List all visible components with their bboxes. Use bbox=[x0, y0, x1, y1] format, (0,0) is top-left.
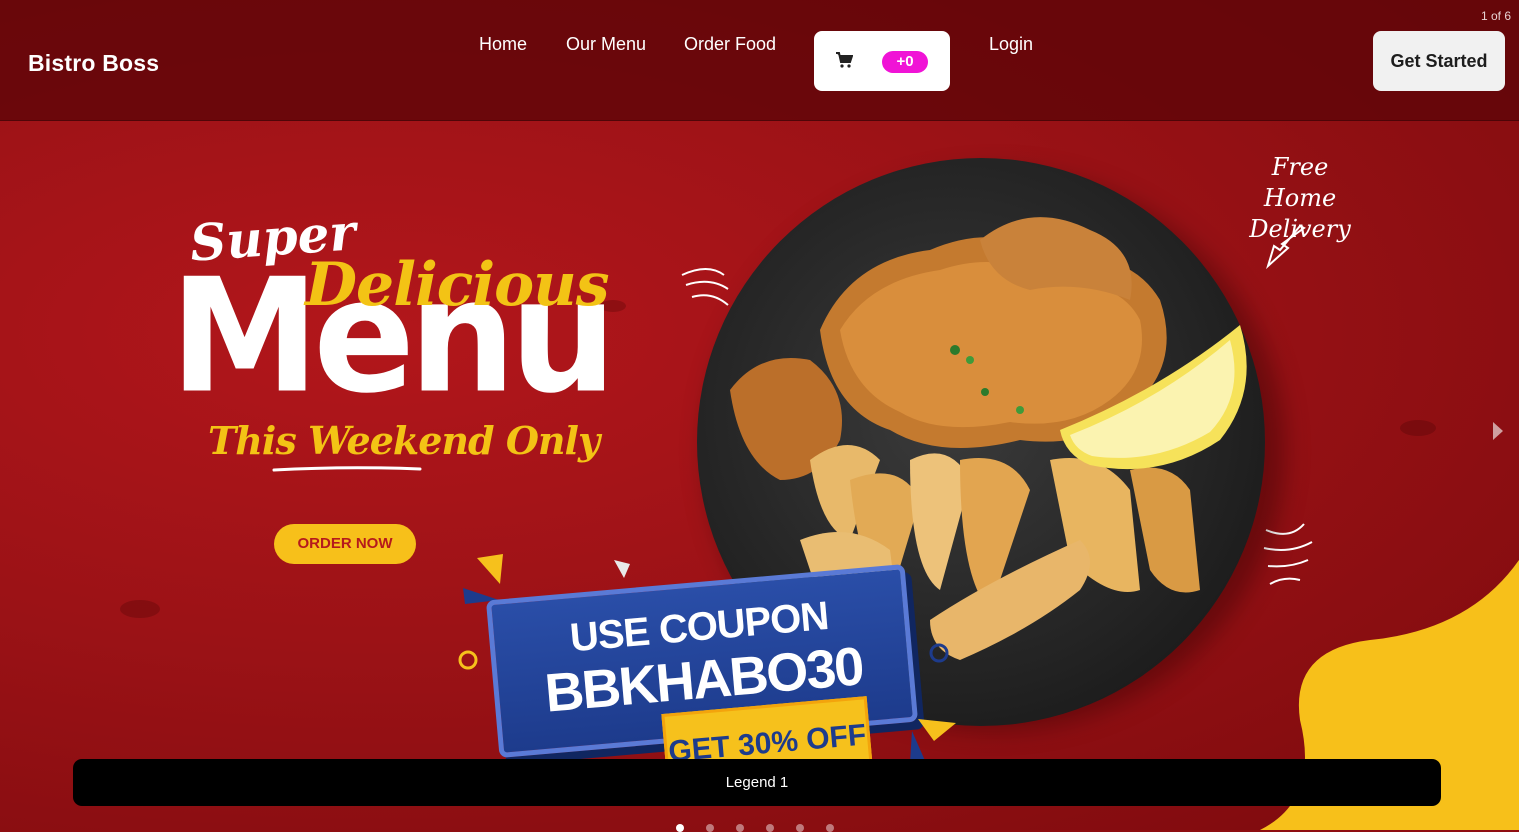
carousel-dot[interactable] bbox=[736, 824, 744, 832]
get-started-button[interactable]: Get Started bbox=[1373, 31, 1505, 91]
order-now-button[interactable]: ORDER NOW bbox=[274, 524, 416, 564]
arrow-down-icon bbox=[1266, 224, 1306, 270]
carousel-slide: Super Menu Delicious This Weekend Only O… bbox=[0, 0, 1519, 830]
carousel-legend: Legend 1 bbox=[73, 759, 1441, 806]
carousel-dot[interactable] bbox=[796, 824, 804, 832]
brand-logo[interactable]: Bistro Boss bbox=[28, 50, 159, 77]
texture-speck bbox=[120, 600, 160, 618]
nav-link-home[interactable]: Home bbox=[479, 34, 527, 55]
carousel-dot[interactable] bbox=[766, 824, 774, 832]
cart-button[interactable]: +0 bbox=[814, 31, 950, 91]
underline-stroke bbox=[272, 466, 422, 472]
headline-weekend: This Weekend Only bbox=[208, 418, 600, 463]
carousel-dot[interactable] bbox=[676, 824, 684, 832]
slide-counter: 1 of 6 bbox=[1480, 9, 1511, 23]
nav-link-order-food[interactable]: Order Food bbox=[684, 34, 776, 55]
carousel-next-arrow[interactable] bbox=[1493, 422, 1503, 440]
confetti-ring bbox=[929, 643, 949, 663]
confetti-shape bbox=[614, 560, 630, 578]
texture-speck bbox=[1400, 420, 1436, 436]
headline-delicious: Delicious bbox=[305, 250, 610, 320]
confetti-shapes bbox=[910, 719, 956, 763]
carousel-dot[interactable] bbox=[706, 824, 714, 832]
cart-icon bbox=[836, 52, 853, 68]
confetti-ring bbox=[458, 650, 478, 670]
navbar: Bistro Boss Home Our Menu Order Food +0 … bbox=[0, 0, 1519, 121]
nav-link-our-menu[interactable]: Our Menu bbox=[566, 34, 646, 55]
carousel-dot[interactable] bbox=[826, 824, 834, 832]
nav-link-login[interactable]: Login bbox=[989, 34, 1033, 55]
cart-count-badge: +0 bbox=[882, 51, 928, 73]
